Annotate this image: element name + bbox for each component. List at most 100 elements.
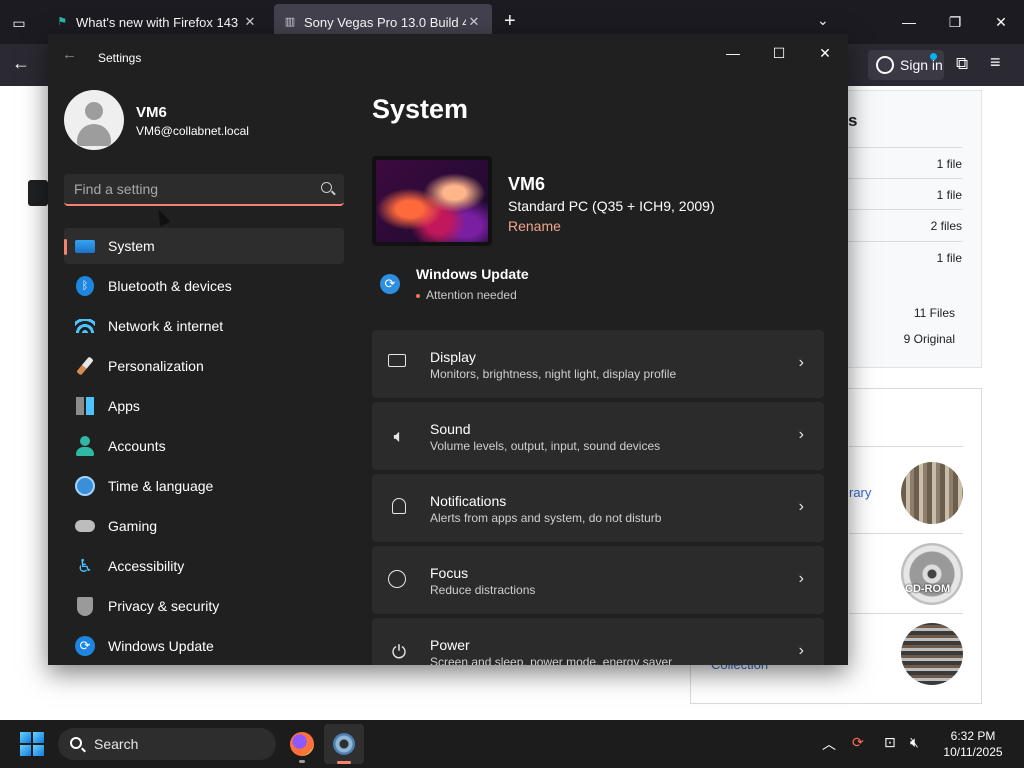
thumb-caption: CD-ROM (905, 583, 951, 595)
gamepad-icon (74, 515, 96, 537)
library-thumbnail[interactable] (901, 462, 963, 524)
chevron-right-icon: › (798, 354, 804, 371)
sign-in-label: Sign in (900, 57, 943, 73)
user-name: VM6 (136, 104, 167, 121)
nav-item-accounts[interactable]: Accounts (64, 428, 344, 464)
user-email: VM6@collabnet.local (136, 124, 249, 138)
extensions-icon[interactable]: ⧉ (956, 54, 968, 74)
taskbar-settings[interactable] (324, 724, 364, 764)
window-title: Settings (98, 51, 142, 65)
close-icon[interactable]: ✕ (802, 38, 848, 68)
settings-search-box[interactable] (64, 174, 344, 206)
card-heading: s (848, 111, 858, 130)
maximize-icon[interactable]: ☐ (756, 38, 802, 68)
divider (849, 533, 963, 534)
card-power[interactable]: ⏻ Power Screen and sleep, power mode, en… (372, 618, 824, 665)
search-icon[interactable] (321, 182, 332, 193)
nav-label: Windows Update (108, 638, 214, 654)
tab-title: Sony Vegas Pro 13.0 Build 453 - (304, 14, 466, 30)
new-tab-icon[interactable]: + (504, 10, 516, 33)
system-icon (74, 235, 96, 257)
card-title: Display (430, 349, 476, 365)
file-count-row: 1 file (848, 147, 962, 178)
start-button[interactable] (20, 732, 44, 756)
taskbar-firefox[interactable] (282, 724, 322, 764)
nav-item-personalization[interactable]: Personalization (64, 348, 344, 384)
card-sound[interactable]: 🔈︎ Sound Volume levels, output, input, s… (372, 402, 824, 470)
nav-label: Accounts (108, 438, 166, 454)
running-indicator (299, 760, 305, 763)
nav-label: System (108, 238, 155, 254)
divider (849, 613, 963, 614)
nav-item-time-language[interactable]: Time & language (64, 468, 344, 504)
network-icon[interactable]: ⊡ (884, 734, 896, 751)
minimize-icon[interactable]: — (886, 0, 932, 44)
firefox-view-icon[interactable]: ▭ (8, 12, 30, 34)
nav-item-apps[interactable]: Apps (64, 388, 344, 424)
clock-time: 6:32 PM (950, 729, 996, 743)
active-indicator (337, 761, 351, 764)
card-focus[interactable]: Focus Reduce distractions › (372, 546, 824, 614)
show-hidden-icons-chevron-up-icon[interactable]: ︿ (822, 734, 836, 754)
windows-update-icon[interactable]: ⟳ (380, 274, 400, 294)
device-name: VM6 (508, 174, 546, 194)
nav-item-system[interactable]: System (64, 228, 344, 264)
volume-muted-icon[interactable]: 🔇︎ (910, 734, 919, 751)
device-model: Standard PC (Q35 + ICH9, 2009) (508, 198, 715, 214)
nav-item-windows-update[interactable]: ⟳ Windows Update (64, 628, 344, 664)
page-icon-fragment (28, 180, 48, 206)
card-notifications[interactable]: Notifications Alerts from apps and syste… (372, 474, 824, 542)
cd-rom-thumbnail[interactable]: CD-ROM (901, 543, 963, 605)
tab-title: What's new with Firefox 143 (76, 14, 239, 30)
update-icon: ⟳ (74, 635, 96, 657)
chevron-down-icon[interactable]: ⌄ (817, 12, 829, 29)
file-count-row: 2 files (848, 209, 962, 240)
nav-label: Network & internet (108, 318, 224, 334)
speaker-icon: 🔈︎ (393, 426, 405, 446)
collection-thumbnail[interactable] (901, 623, 963, 685)
close-window-icon[interactable]: ✕ (978, 0, 1024, 44)
nav-item-accessibility[interactable]: ♿ Accessibility (64, 548, 344, 584)
nav-label: Personalization (108, 358, 204, 374)
taskbar: Search ︿ ⟳ ⊡ 🔇︎ 6:32 PM 10/11/2025 (0, 720, 1024, 768)
search-label: Search (94, 736, 139, 752)
file-count-row: 1 file (848, 241, 962, 272)
hamburger-menu-icon[interactable]: ≡ (990, 52, 1001, 73)
bluetooth-icon: ᛒ (74, 275, 96, 297)
windows-update-title[interactable]: Windows Update (416, 266, 529, 282)
card-display[interactable]: Display Monitors, brightness, night ligh… (372, 330, 824, 398)
restore-icon[interactable]: ❐ (932, 0, 978, 44)
power-icon: ⏻ (391, 642, 407, 662)
chevron-right-icon: › (798, 642, 804, 659)
sign-in-button[interactable]: Sign in (868, 50, 944, 80)
archive-icon: ▥ (284, 16, 296, 28)
chevron-right-icon: › (798, 498, 804, 515)
account-icon (876, 56, 894, 74)
page-title: System (372, 94, 469, 124)
nav-item-gaming[interactable]: Gaming (64, 508, 344, 544)
nav-item-privacy[interactable]: Privacy & security (64, 588, 344, 624)
chevron-right-icon: › (798, 426, 804, 443)
update-tray-icon[interactable]: ⟳ (852, 734, 864, 751)
close-tab-icon[interactable]: ✕ (242, 14, 258, 30)
system-clock[interactable]: 6:32 PM 10/11/2025 (938, 728, 1008, 760)
settings-title-bar: ← Settings — ☐ ✕ (48, 34, 848, 80)
close-tab-icon[interactable]: ✕ (466, 14, 482, 30)
shield-icon (74, 595, 96, 617)
card-subtitle: Reduce distractions (430, 583, 536, 597)
rename-link[interactable]: Rename (508, 218, 561, 234)
nav-label: Bluetooth & devices (108, 278, 232, 294)
settings-nav: System ᛒ Bluetooth & devices Network & i… (64, 228, 344, 665)
nav-item-bluetooth[interactable]: ᛒ Bluetooth & devices (64, 268, 344, 304)
back-arrow-icon[interactable]: ← (62, 46, 77, 63)
card-title: Focus (430, 565, 469, 581)
back-arrow-icon[interactable]: ← (12, 53, 30, 74)
card-subtitle: Volume levels, output, input, sound devi… (430, 439, 661, 453)
nav-item-network[interactable]: Network & internet (64, 308, 344, 344)
notification-dot (930, 53, 937, 60)
search-input[interactable] (64, 174, 314, 204)
settings-gear-icon (333, 733, 355, 755)
collection-link[interactable]: rary (849, 485, 871, 500)
minimize-icon[interactable]: — (710, 38, 756, 68)
taskbar-search[interactable]: Search (58, 728, 276, 760)
